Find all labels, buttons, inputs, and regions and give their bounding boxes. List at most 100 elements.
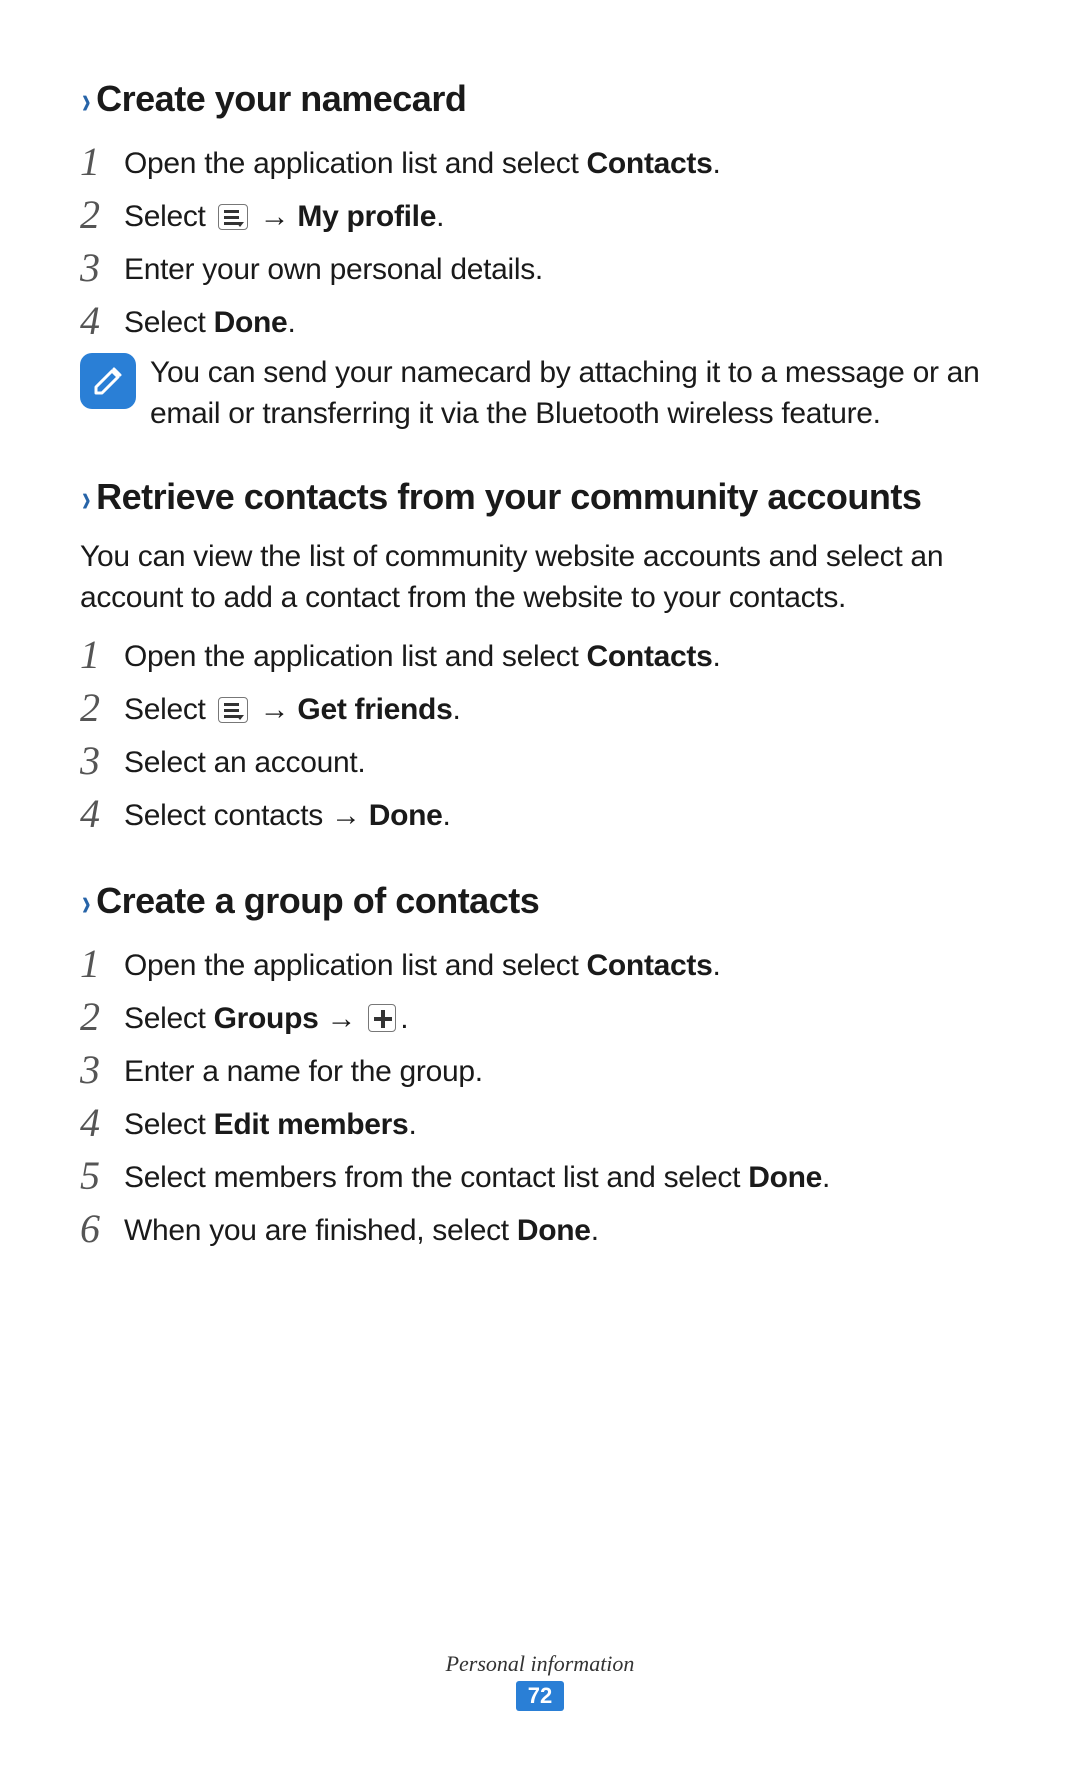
step-body: Select Edit members.	[124, 1100, 1000, 1147]
step-bold: Contacts	[587, 640, 713, 673]
step-bold: Contacts	[587, 147, 713, 180]
step-text: Select contacts →	[124, 799, 369, 832]
section-heading-namecard: ›Create your namecard	[80, 78, 1000, 121]
step-body: Open the application list and select Con…	[124, 632, 1000, 679]
step-text: Select an account.	[124, 746, 365, 779]
step-text: .	[400, 1002, 408, 1035]
step-bold: My profile	[297, 200, 436, 233]
step-number: 2	[80, 994, 124, 1040]
note-row: You can send your namecard by attaching …	[80, 353, 1000, 434]
step-body: Select Done.	[124, 298, 1000, 345]
step-bold: Edit members	[214, 1108, 409, 1141]
step-text: .	[712, 949, 720, 982]
chevron-icon: ›	[82, 478, 91, 521]
step-text: Select	[124, 693, 214, 726]
step-body: Select an account.	[124, 738, 1000, 785]
step-number: 6	[80, 1206, 124, 1252]
step-bold: Groups	[214, 1002, 319, 1035]
page-number: 72	[516, 1681, 564, 1711]
step-number: 3	[80, 1047, 124, 1093]
step-row: 3Enter a name for the group.	[80, 1047, 1000, 1094]
step-body: Enter your own personal details.	[124, 245, 1000, 292]
step-text: Enter a name for the group.	[124, 1055, 483, 1088]
step-text: Select	[124, 200, 214, 233]
menu-icon	[218, 697, 248, 723]
step-row: 3Enter your own personal details.	[80, 245, 1000, 292]
heading-text: Create a group of contacts	[96, 880, 539, 921]
step-number: 2	[80, 192, 124, 238]
chevron-icon: ›	[82, 80, 91, 123]
step-bold: Done	[517, 1214, 591, 1247]
step-text: →	[252, 693, 298, 726]
step-number: 3	[80, 245, 124, 291]
step-body: Enter a name for the group.	[124, 1047, 1000, 1094]
step-bold: Done	[748, 1161, 822, 1194]
step-row: 1Open the application list and select Co…	[80, 941, 1000, 988]
step-row: 1Open the application list and select Co…	[80, 632, 1000, 679]
step-bold: Contacts	[587, 949, 713, 982]
step-body: Select Groups → .	[124, 994, 1000, 1041]
note-text: You can send your namecard by attaching …	[150, 353, 1000, 434]
step-row: 3Select an account.	[80, 738, 1000, 785]
step-text: .	[408, 1108, 416, 1141]
menu-icon	[218, 204, 248, 230]
step-text: Select	[124, 1002, 214, 1035]
step-row: 5Select members from the contact list an…	[80, 1153, 1000, 1200]
step-row: 2Select → My profile.	[80, 192, 1000, 239]
step-text: .	[436, 200, 444, 233]
step-row: 4Select contacts → Done.	[80, 791, 1000, 838]
step-number: 4	[80, 298, 124, 344]
step-text: .	[822, 1161, 830, 1194]
step-number: 1	[80, 139, 124, 185]
section-heading-group: ›Create a group of contacts	[80, 880, 1000, 923]
step-text: →	[252, 200, 298, 233]
step-row: 1Open the application list and select Co…	[80, 139, 1000, 186]
step-text: .	[591, 1214, 599, 1247]
step-text: Open the application list and select	[124, 949, 587, 982]
step-number: 3	[80, 738, 124, 784]
step-number: 5	[80, 1153, 124, 1199]
step-text: →	[319, 1002, 365, 1035]
step-number: 4	[80, 1100, 124, 1146]
plus-icon	[368, 1004, 396, 1032]
step-number: 2	[80, 685, 124, 731]
footer-label: Personal information	[0, 1651, 1080, 1677]
section-heading-retrieve: ›Retrieve contacts from your community a…	[80, 476, 1000, 519]
step-number: 4	[80, 791, 124, 837]
step-bold: Done	[214, 306, 288, 339]
step-number: 1	[80, 941, 124, 987]
step-text: Open the application list and select	[124, 147, 587, 180]
section-intro: You can view the list of community websi…	[80, 537, 1000, 618]
step-text: Select	[124, 306, 214, 339]
step-row: 6When you are finished, select Done.	[80, 1206, 1000, 1253]
steps-retrieve: 1Open the application list and select Co…	[80, 632, 1000, 838]
step-text: Open the application list and select	[124, 640, 587, 673]
step-text: Select members from the contact list and…	[124, 1161, 748, 1194]
step-text: When you are finished, select	[124, 1214, 517, 1247]
step-bold: Done	[369, 799, 443, 832]
step-body: Open the application list and select Con…	[124, 941, 1000, 988]
heading-text: Retrieve contacts from your community ac…	[96, 476, 921, 517]
chevron-icon: ›	[82, 882, 91, 925]
step-text: .	[712, 640, 720, 673]
step-row: 2Select Groups → .	[80, 994, 1000, 1041]
step-body: Select → Get friends.	[124, 685, 1000, 732]
step-text: Select	[124, 1108, 214, 1141]
step-body: Select → My profile.	[124, 192, 1000, 239]
step-row: 2Select → Get friends.	[80, 685, 1000, 732]
heading-text: Create your namecard	[96, 78, 466, 119]
step-body: When you are finished, select Done.	[124, 1206, 1000, 1253]
step-bold: Get friends	[297, 693, 452, 726]
page-footer: Personal information 72	[0, 1651, 1080, 1711]
step-row: 4Select Done.	[80, 298, 1000, 345]
step-text: Enter your own personal details.	[124, 253, 543, 286]
step-body: Select contacts → Done.	[124, 791, 1000, 838]
step-text: .	[287, 306, 295, 339]
steps-namecard: 1Open the application list and select Co…	[80, 139, 1000, 345]
step-text: .	[452, 693, 460, 726]
step-body: Select members from the contact list and…	[124, 1153, 1000, 1200]
step-text: .	[443, 799, 451, 832]
step-number: 1	[80, 632, 124, 678]
steps-group: 1Open the application list and select Co…	[80, 941, 1000, 1253]
step-text: .	[712, 147, 720, 180]
